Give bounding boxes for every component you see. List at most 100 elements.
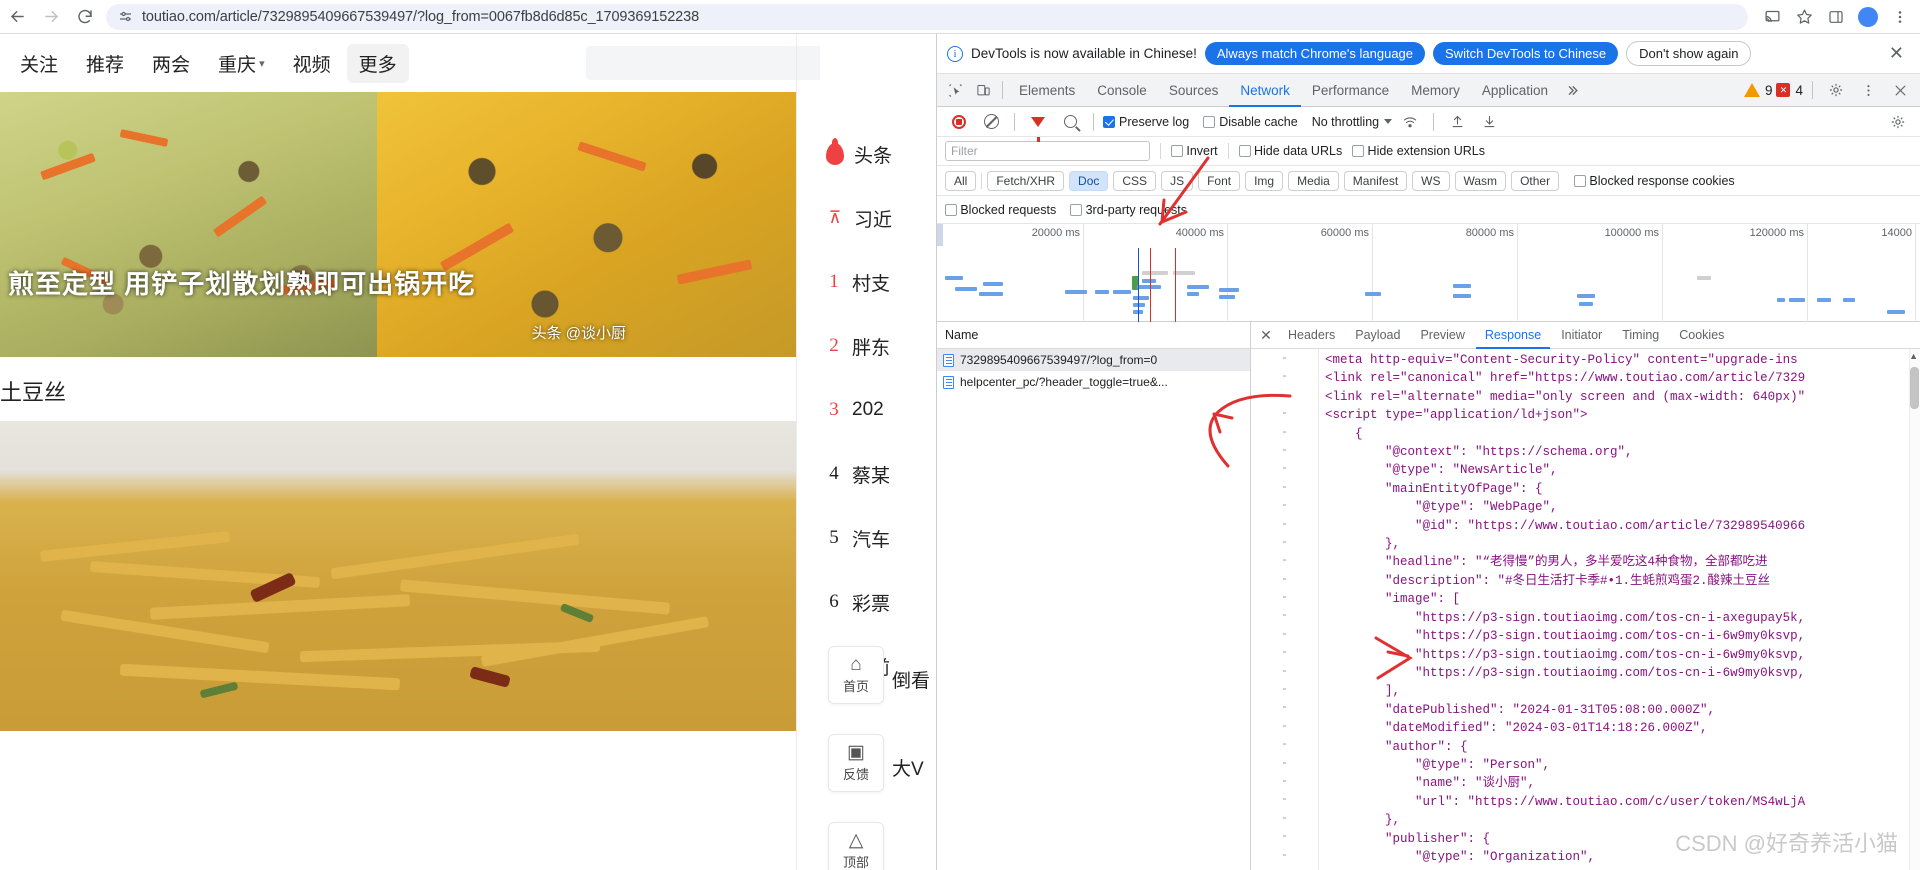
address-bar[interactable]: toutiao.com/article/7329895409667539497/… [106,3,1748,30]
side-panel-icon[interactable] [1820,1,1852,33]
table-row[interactable]: 7329895409667539497/?log_from=0 [937,349,1250,371]
tab-console[interactable]: Console [1086,74,1158,107]
network-conditions-icon[interactable] [1396,108,1424,136]
disable-cache-label[interactable]: Disable cache [1219,115,1298,129]
chip-fetch-xhr[interactable]: Fetch/XHR [987,170,1065,191]
always-match-language-button[interactable]: Always match Chrome's language [1204,42,1426,65]
kebab-menu-icon[interactable] [1884,1,1916,33]
tab-performance[interactable]: Performance [1301,74,1400,107]
hide-data-urls-checkbox[interactable] [1238,145,1251,157]
response-scrollbar[interactable]: ▲ [1909,349,1920,870]
chip-doc[interactable]: Doc [1069,170,1109,191]
blocked-response-cookies-label[interactable]: Blocked response cookies [1589,174,1734,188]
disable-cache-checkbox[interactable] [1203,115,1216,128]
tab-memory[interactable]: Memory [1400,74,1471,107]
list-item[interactable]: 6 彩票 [820,570,936,634]
fab-top[interactable]: △ 顶部 [828,822,884,870]
site-nav-item-0[interactable]: 关注 [8,44,70,83]
back-icon[interactable] [0,0,34,34]
third-party-requests-label[interactable]: 3rd-party requests [1086,203,1187,217]
dont-show-again-button[interactable]: Don't show again [1626,41,1752,66]
site-nav-item-1[interactable]: 推荐 [74,44,136,83]
hide-data-urls-label[interactable]: Hide data URLs [1254,144,1342,158]
import-har-icon[interactable] [1443,108,1471,136]
tab-initiator[interactable]: Initiator [1552,322,1611,349]
chip-all[interactable]: All [945,170,977,191]
tab-network[interactable]: Network [1229,74,1301,107]
preserve-log-checkbox[interactable] [1103,115,1115,128]
chip-media[interactable]: Media [1288,170,1339,191]
close-icon[interactable] [1886,76,1914,104]
list-item[interactable]: 3 202 [820,378,936,442]
tab-elements[interactable]: Elements [1008,74,1086,107]
blocked-requests-label[interactable]: Blocked requests [960,203,1056,217]
blocked-response-cookies-checkbox[interactable] [1574,174,1587,187]
throttling-select[interactable]: No throttling [1312,115,1393,129]
table-row[interactable]: helpcenter_pc/?header_toggle=true&... [937,371,1250,393]
list-item[interactable]: 1 村支 [820,250,936,314]
chip-manifest[interactable]: Manifest [1343,170,1408,191]
tab-timing[interactable]: Timing [1613,322,1668,349]
chip-wasm[interactable]: Wasm [1454,170,1507,191]
inspect-icon[interactable] [941,76,969,104]
clear-icon[interactable] [977,108,1005,136]
network-settings-gear-icon[interactable] [1884,108,1912,136]
hide-extension-urls-checkbox[interactable] [1352,145,1365,157]
filter-icon[interactable] [1024,108,1052,142]
tab-payload[interactable]: Payload [1346,322,1409,349]
close-icon[interactable]: ✕ [1255,324,1277,346]
chip-img[interactable]: Img [1245,170,1284,191]
kebab-menu-icon[interactable] [1854,76,1882,104]
error-count-badge[interactable]: ✕ 4 [1776,83,1803,98]
chip-other[interactable]: Other [1511,170,1560,191]
invert-label[interactable]: Invert [1186,144,1217,158]
profile-avatar[interactable] [1852,1,1884,33]
export-har-icon[interactable] [1475,108,1503,136]
request-column-header[interactable]: Name [937,322,1250,349]
preserve-log-label[interactable]: Preserve log [1119,115,1189,129]
tab-application[interactable]: Application [1471,74,1559,107]
site-nav-item-2[interactable]: 两会 [140,44,202,83]
blocked-requests-checkbox[interactable] [945,203,957,216]
record-icon[interactable] [945,108,973,136]
site-nav-item-more[interactable]: 更多 [346,43,409,83]
reload-icon[interactable] [68,0,102,34]
bookmark-star-icon[interactable] [1788,1,1820,33]
site-nav-item-3[interactable]: 重庆 ▾ [206,44,277,83]
site-nav-item-4[interactable]: 视频 [281,44,343,83]
close-icon[interactable]: ✕ [1883,43,1910,64]
scrollbar-thumb[interactable] [1910,367,1919,409]
tab-sources[interactable]: Sources [1158,74,1230,107]
chip-ws[interactable]: WS [1412,170,1450,191]
tab-headers[interactable]: Headers [1279,322,1344,349]
cast-icon[interactable] [1756,1,1788,33]
hot-list-pinned[interactable]: ⊼ 习近 [820,186,936,250]
gear-icon[interactable] [1822,76,1850,104]
chevrons-right-icon[interactable] [1559,76,1587,104]
warning-count-badge[interactable]: 9 [1743,83,1772,98]
tab-cookies[interactable]: Cookies [1670,322,1733,349]
site-settings-icon[interactable] [116,8,134,26]
fab-home[interactable]: ⌂ 首页 [828,646,884,704]
chip-css[interactable]: CSS [1113,170,1157,191]
third-party-requests-checkbox[interactable] [1070,203,1083,216]
chip-font[interactable]: Font [1198,170,1241,191]
device-toolbar-icon[interactable] [969,76,997,104]
scroll-up-icon[interactable]: ▲ [1909,351,1918,361]
tab-response[interactable]: Response [1476,322,1550,349]
tab-preview[interactable]: Preview [1411,322,1473,349]
search-input[interactable] [945,141,1150,161]
search-icon[interactable] [1056,108,1084,136]
fab-feedback[interactable]: ▣ 反馈 [828,734,884,792]
forward-icon[interactable] [34,0,68,34]
list-item[interactable]: 4 蔡某 [820,442,936,506]
hide-extension-urls-label[interactable]: Hide extension URLs [1368,144,1485,158]
timeline-left-handle[interactable] [937,224,943,246]
chip-js[interactable]: JS [1161,170,1194,191]
list-item[interactable]: 5 汽车 [820,506,936,570]
invert-checkbox[interactable] [1171,145,1183,157]
list-item[interactable]: 2 胖东 [820,314,936,378]
network-overview-timeline[interactable]: 20000 ms 40000 ms 60000 ms 80000 ms 1000… [937,224,1920,322]
response-body-viewer[interactable]: - - - - - - - - - - - - - - - - - - - - - - - - - - -… [1251,349,1920,870]
switch-devtools-language-button[interactable]: Switch DevTools to Chinese [1433,42,1619,65]
